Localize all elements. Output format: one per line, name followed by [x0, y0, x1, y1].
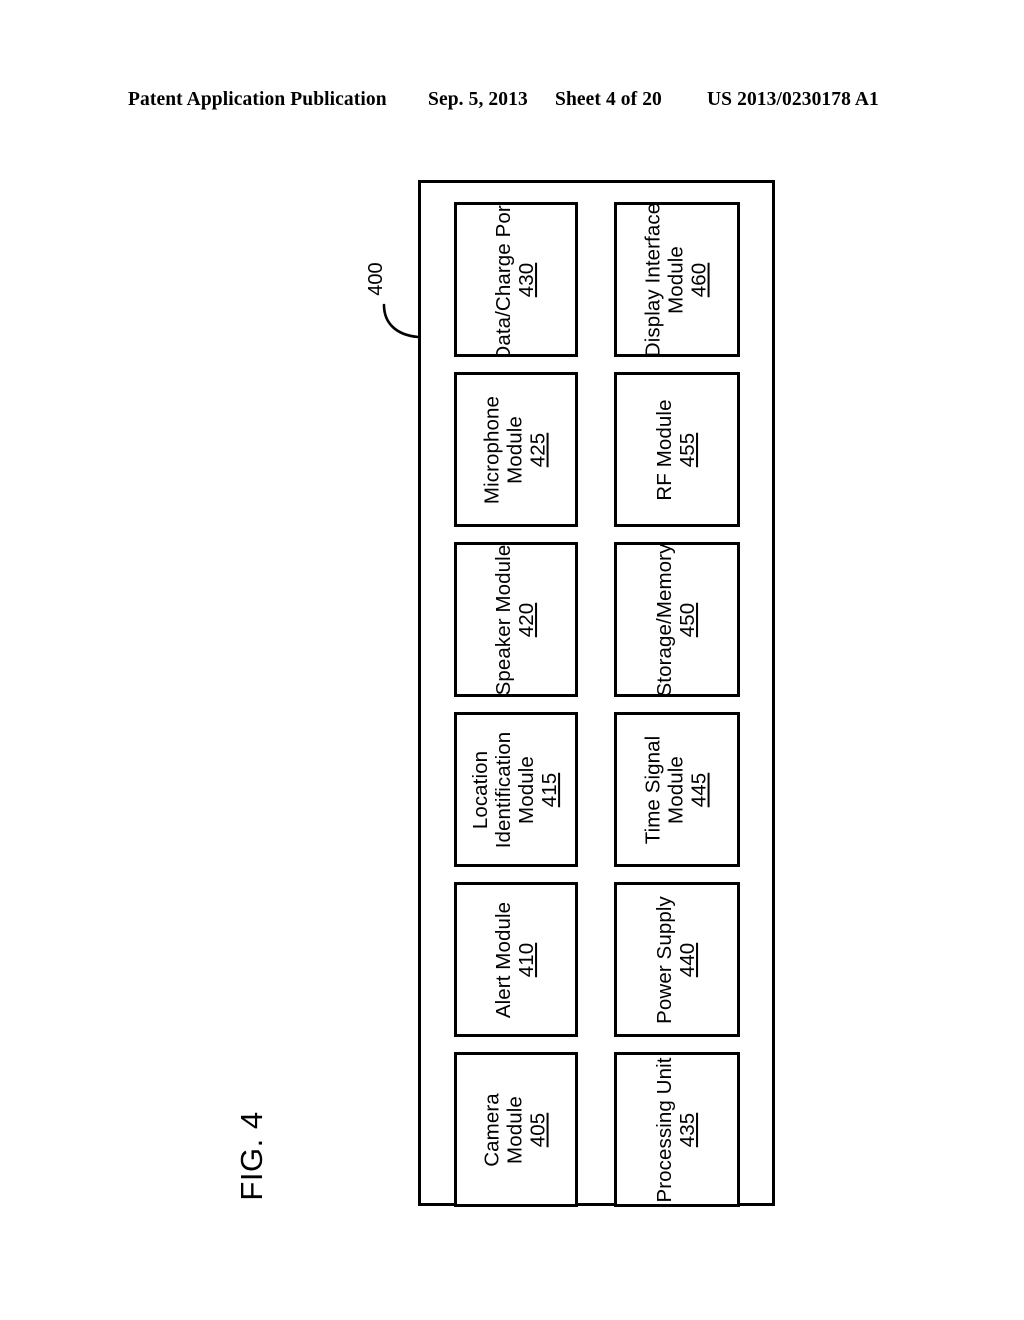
module-box-camera-module-405: Camera Module 405 — [454, 1052, 578, 1207]
module-text-rotated: Power Supply 440 — [653, 885, 700, 1034]
module-reference-numeral-445: 445 — [687, 772, 711, 807]
module-box-alert-module-410: Alert Module 410 — [454, 882, 578, 1037]
module-reference-numeral-410: 410 — [515, 942, 538, 977]
module-box-display-interface-module-460: Display Interface Module 460 — [614, 202, 740, 357]
module-label-line: Module — [664, 245, 688, 314]
module-text-rotated: Display Interface Module 460 — [641, 202, 712, 357]
module-label-line: Identification — [492, 731, 516, 848]
module-label-line: RF Module — [653, 398, 677, 501]
figure-label: FIG. 4 — [234, 1111, 269, 1201]
module-label-line: Module — [515, 755, 538, 824]
module-box-rf-module-455: RF Module 455 — [614, 372, 740, 527]
header-publication-text: Patent Application Publication — [128, 89, 387, 110]
module-box-power-supply-440: Power Supply 440 — [614, 882, 740, 1037]
module-reference-numeral-430: 430 — [515, 262, 538, 297]
module-label-group: Storage/Memory 450 — [653, 543, 700, 696]
header-sheet-number: Sheet 4 of 20 — [555, 89, 662, 110]
module-reference-numeral-420: 420 — [515, 602, 538, 637]
header-publication-date: Sep. 5, 2013 — [428, 89, 528, 110]
module-box-data-charge-port-430: Data/Charge Port 430 — [454, 202, 578, 357]
module-label-line: Data/Charge Port — [492, 202, 516, 357]
module-reference-numeral-435: 435 — [676, 1112, 699, 1147]
module-label-group: Microphone Module 425 — [480, 395, 551, 504]
module-label-line: Processing Unit — [653, 1056, 677, 1203]
module-reference-numeral-450: 450 — [676, 602, 699, 637]
module-label-line: Power Supply — [653, 895, 677, 1024]
module-label-line: Time Signal — [641, 735, 665, 844]
module-text-rotated: Camera Module 405 — [480, 1055, 551, 1204]
module-box-storage-memory-450: Storage/Memory 450 — [614, 542, 740, 697]
header-patent-number: US 2013/0230178 A1 — [707, 89, 879, 110]
module-box-time-signal-module-445: Time Signal Module 445 — [614, 712, 740, 867]
module-label-group: Data/Charge Port 430 — [492, 202, 539, 357]
module-text-rotated: RF Module 455 — [653, 375, 700, 524]
module-label-group: Location Identification Module 415 — [469, 731, 562, 848]
module-label-line: Display Interface — [641, 202, 665, 357]
module-label-group: Camera Module 405 — [480, 1092, 551, 1167]
module-label-group: Processing Unit 435 — [653, 1056, 700, 1203]
module-reference-numeral-460: 460 — [687, 262, 711, 297]
module-label-line: Speaker Module — [492, 544, 516, 695]
module-label-group: RF Module 455 — [653, 398, 700, 501]
module-label-group: Speaker Module 420 — [492, 544, 539, 695]
module-label-line: Camera — [480, 1092, 504, 1167]
module-label-line: Module — [664, 755, 688, 824]
module-label-group: Alert Module 410 — [492, 901, 539, 1018]
module-reference-numeral-455: 455 — [676, 432, 699, 467]
module-label-line: Storage/Memory — [653, 543, 677, 696]
module-label-line: Location — [469, 750, 493, 829]
module-column-left: Data/Charge Port 430 Microphone Module 425 Sp… — [454, 202, 578, 1207]
module-text-rotated: Time Signal Module 445 — [641, 715, 712, 864]
module-label-group: Display Interface Module 460 — [641, 202, 712, 357]
module-box-location-identification-module-415: Location Identification Module 415 — [454, 712, 578, 867]
module-text-rotated: Microphone Module 425 — [480, 375, 551, 524]
module-label-group: Time Signal Module 445 — [641, 735, 712, 844]
module-text-rotated: Location Identification Module 415 — [469, 715, 562, 864]
module-text-rotated: Alert Module 410 — [492, 885, 539, 1034]
module-label-group: Power Supply 440 — [653, 895, 700, 1024]
module-label-line: Alert Module — [492, 901, 516, 1018]
module-box-speaker-module-420: Speaker Module 420 — [454, 542, 578, 697]
module-label-line: Microphone — [480, 395, 504, 504]
module-box-processing-unit-435: Processing Unit 435 — [614, 1052, 740, 1207]
module-reference-numeral-415: 415 — [537, 772, 561, 807]
module-text-rotated: Storage/Memory 450 — [653, 543, 700, 696]
module-reference-numeral-440: 440 — [676, 942, 699, 977]
page-header: Patent Application Publication Sep. 5, 2… — [0, 88, 1024, 116]
module-text-rotated: Data/Charge Port 430 — [492, 202, 539, 357]
module-column-right: Display Interface Module 460 RF Module 455 St… — [614, 202, 740, 1207]
module-label-line: Module — [503, 1095, 527, 1164]
module-box-microphone-module-425: Microphone Module 425 — [454, 372, 578, 527]
module-reference-numeral-425: 425 — [526, 432, 550, 467]
module-label-line: Module — [503, 415, 527, 484]
module-text-rotated: Processing Unit 435 — [653, 1055, 700, 1204]
module-text-rotated: Speaker Module 420 — [492, 544, 539, 695]
module-reference-numeral-405: 405 — [526, 1112, 550, 1147]
